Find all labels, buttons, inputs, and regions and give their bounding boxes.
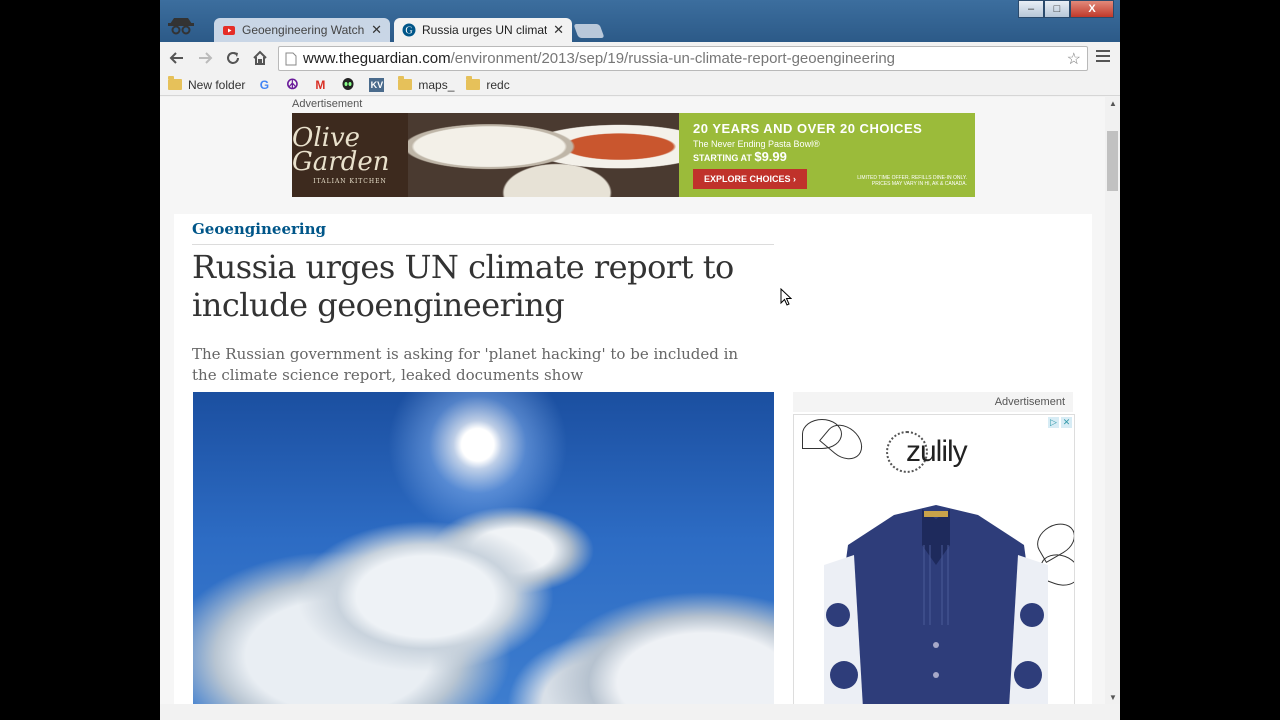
bookmark-peace[interactable]: ☮ <box>285 76 301 92</box>
tab-close-icon[interactable]: ✕ <box>371 22 382 38</box>
bookmark-maps[interactable]: maps_ <box>398 76 455 92</box>
explore-choices-button[interactable]: EXPLORE CHOICES › <box>693 169 807 189</box>
alien-icon <box>341 78 355 92</box>
pasta-photo <box>408 113 679 197</box>
article-image-sky-clouds <box>193 392 774 704</box>
bookmark-label: New folder <box>188 77 246 92</box>
close-window-button[interactable]: X <box>1070 0 1114 18</box>
guardian-icon: G <box>402 23 416 37</box>
folder-icon <box>398 76 413 90</box>
olive-garden-logo: Olive Garden ITALIAN KITCHEN <box>292 113 408 197</box>
address-bar[interactable]: www.theguardian.com/environment/2013/sep… <box>278 46 1088 71</box>
bookmark-alien[interactable] <box>341 78 357 92</box>
youtube-icon <box>223 26 235 35</box>
incognito-icon <box>168 18 194 35</box>
gmail-icon: M <box>315 77 326 92</box>
bookmark-google[interactable]: G <box>257 78 273 92</box>
offer-prefix: STARTING AT <box>693 153 752 163</box>
tab-geoengineering-watch[interactable]: Geoengineering Watch Gl ✕ <box>214 18 390 42</box>
url-path: /environment/2013/sep/19/russia-un-clima… <box>450 50 895 67</box>
new-tab-button[interactable] <box>573 24 605 38</box>
tab-strip: Geoengineering Watch Gl ✕ G Russia urges… <box>160 0 1120 42</box>
minimize-button[interactable]: – <box>1018 0 1044 18</box>
google-icon: G <box>259 77 270 92</box>
scroll-down-icon[interactable]: ▼ <box>1109 693 1117 702</box>
page-viewport: Advertisement Olive Garden ITALIAN KITCH… <box>160 97 1105 704</box>
brand-subtitle: ITALIAN KITCHEN <box>313 177 387 185</box>
reload-icon[interactable] <box>222 47 244 69</box>
offer-panel: 20 YEARS AND OVER 20 CHOICES The Never E… <box>679 113 975 197</box>
bookmark-kv[interactable]: KV <box>369 77 386 92</box>
forward-arrow-icon[interactable] <box>194 47 216 69</box>
tab-title: Geoengineering Watch Gl <box>242 23 365 37</box>
banner-ad[interactable]: Olive Garden ITALIAN KITCHEN 20 YEARS AN… <box>292 113 975 197</box>
url-host: www.theguardian.com <box>303 50 451 67</box>
vertical-scrollbar[interactable]: ▲ ▼ <box>1105 97 1120 704</box>
brand-logo-text: Olive Garden <box>292 122 390 177</box>
peace-icon: ☮ <box>286 76 299 92</box>
ad-close-icon[interactable]: ✕ <box>1061 417 1072 428</box>
back-arrow-icon[interactable] <box>166 47 188 69</box>
bookmark-star-icon[interactable]: ☆ <box>1067 49 1081 69</box>
maximize-button[interactable]: □ <box>1044 0 1070 18</box>
svg-text:G: G <box>405 26 412 37</box>
tab-title: Russia urges UN climate r <box>422 23 548 37</box>
section-link[interactable]: Geoengineering <box>192 220 326 238</box>
tab-russia-urges[interactable]: G Russia urges UN climate r ✕ <box>394 18 572 42</box>
ad-choices[interactable]: ▷ ✕ <box>1048 417 1072 428</box>
offer-price: $9.99 <box>754 149 787 164</box>
kv-icon: KV <box>369 77 385 92</box>
bookmark-label: maps_ <box>418 77 455 92</box>
bookmarks-bar: New folder G ☮ M KV maps_ redc <box>160 74 1120 96</box>
home-icon[interactable] <box>249 47 271 69</box>
offer-headline: 20 YEARS AND OVER 20 CHOICES <box>693 121 923 136</box>
scroll-up-icon[interactable]: ▲ <box>1109 99 1117 108</box>
tab-close-icon[interactable]: ✕ <box>553 22 564 38</box>
bookmark-gmail[interactable]: M <box>313 78 329 92</box>
mouse-cursor-icon <box>780 288 792 306</box>
bookmark-redc[interactable]: redc <box>466 76 510 92</box>
ad-choices-icon[interactable]: ▷ <box>1048 417 1059 428</box>
browser-toolbar: www.theguardian.com/environment/2013/sep… <box>160 42 1120 74</box>
article-headline: Russia urges UN climate report to includ… <box>192 248 734 324</box>
menu-icon[interactable] <box>1096 50 1110 65</box>
offer-line2: STARTING AT $9.99 <box>693 149 961 164</box>
scrollbar-thumb[interactable] <box>1107 131 1118 191</box>
folder-icon <box>168 76 182 90</box>
advertisement-label: Advertisement <box>292 98 363 110</box>
browser-window: Geoengineering Watch Gl ✕ G Russia urges… <box>160 0 1120 720</box>
blouse-product-image <box>824 505 1048 704</box>
folder-icon <box>466 76 481 90</box>
offer-line1: The Never Ending Pasta Bowl® <box>693 139 820 149</box>
advertisement-label: Advertisement <box>793 392 1073 412</box>
bookmark-new-folder[interactable]: New folder <box>168 76 246 92</box>
divider <box>192 244 774 245</box>
article-container: Geoengineering Russia urges UN climate r… <box>174 214 1092 704</box>
page-icon <box>285 52 297 65</box>
fine-print: LIMITED TIME OFFER. REFILLS DINE-IN ONLY… <box>857 175 967 187</box>
bookmark-label: redc <box>486 77 510 92</box>
zulily-logo-text: zulily <box>906 435 968 469</box>
window-controls: – □ X <box>1018 0 1114 18</box>
brand-name: zulily <box>906 435 968 468</box>
zulily-ad[interactable]: ▷ ✕ zulily <box>793 414 1075 704</box>
article-standfirst: The Russian government is asking for 'pl… <box>192 345 739 384</box>
